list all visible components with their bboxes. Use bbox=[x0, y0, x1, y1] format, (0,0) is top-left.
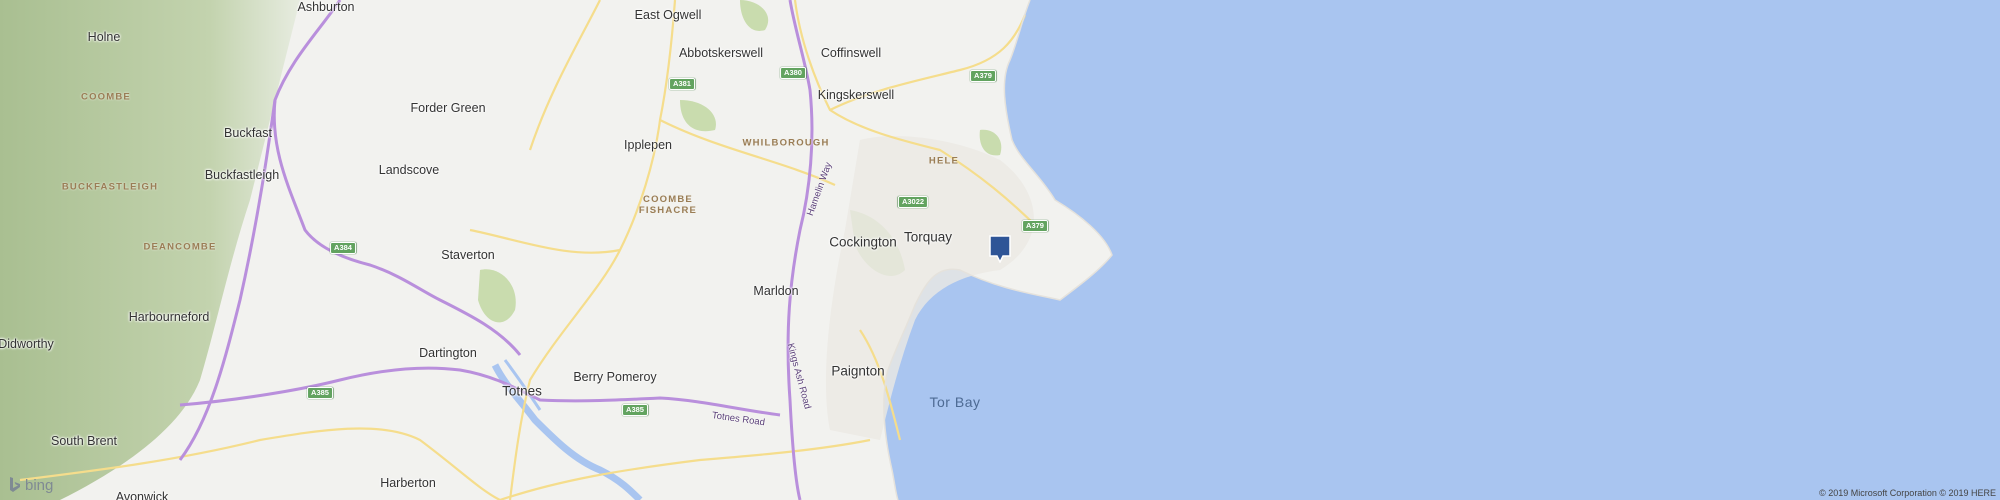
place-label-totnes: Totnes bbox=[502, 383, 542, 399]
place-label-kingskerswell: Kingskerswell bbox=[817, 88, 895, 102]
bing-b-icon bbox=[10, 477, 20, 492]
area-label-buckfastleigh: BUCKFASTLEIGH bbox=[61, 181, 159, 193]
place-label-didworthy: Didworthy bbox=[0, 337, 54, 351]
place-label-south-brent: South Brent bbox=[50, 434, 118, 448]
water-label-tor-bay: Tor Bay bbox=[929, 394, 981, 410]
road-shield-a379: A379 bbox=[1022, 220, 1048, 232]
location-pin-icon[interactable] bbox=[989, 235, 1011, 263]
place-label-staverton: Staverton bbox=[441, 248, 495, 262]
road-shield-a385: A385 bbox=[622, 404, 648, 416]
place-label-forder-green: Forder Green bbox=[410, 101, 486, 115]
place-label-avonwick: Avonwick bbox=[115, 490, 169, 500]
road-shield-a384: A384 bbox=[330, 242, 356, 254]
area-label-coombe-fishacre: COOMBE FISHACRE bbox=[638, 194, 698, 216]
road-shield-a3022: A3022 bbox=[897, 196, 929, 208]
road-shield-a379: A379 bbox=[970, 70, 996, 82]
place-label-harbourneford: Harbourneford bbox=[128, 310, 210, 324]
place-label-cockington: Cockington bbox=[829, 234, 897, 250]
place-label-buckfast: Buckfast bbox=[224, 126, 272, 140]
place-label-east-ogwell: East Ogwell bbox=[634, 8, 702, 22]
place-label-abbotskerswell: Abbotskerswell bbox=[678, 46, 764, 60]
bing-logo: bing bbox=[8, 476, 53, 494]
place-label-dartington: Dartington bbox=[419, 346, 477, 360]
map-canvas[interactable]: Ashburton East Ogwell Holne Abbotskerswe… bbox=[0, 0, 2000, 500]
place-label-buckfastleigh: Buckfastleigh bbox=[204, 168, 280, 182]
road-shield-a381: A381 bbox=[669, 78, 695, 90]
place-label-marldon: Marldon bbox=[753, 284, 799, 298]
place-label-berry-pomeroy: Berry Pomeroy bbox=[573, 370, 657, 384]
area-label-deancombe: DEANCOMBE bbox=[143, 241, 217, 253]
road-shield-a385: A385 bbox=[307, 387, 333, 399]
place-label-harberton: Harberton bbox=[380, 476, 436, 490]
bing-wordmark: bing bbox=[25, 476, 54, 494]
place-label-holne: Holne bbox=[87, 30, 121, 44]
area-label-whilborough: WHILBOROUGH bbox=[742, 137, 830, 149]
area-label-hele: HELE bbox=[928, 155, 960, 167]
place-label-ipplepen: Ipplepen bbox=[624, 138, 672, 152]
area-label-coombe: COOMBE bbox=[81, 91, 131, 103]
place-label-coffinswell: Coffinswell bbox=[820, 46, 882, 60]
place-label-landscove: Landscove bbox=[378, 163, 440, 177]
place-label-ashburton: Ashburton bbox=[297, 0, 355, 14]
place-label-torquay: Torquay bbox=[903, 229, 953, 245]
copyright-notice: © 2019 Microsoft Corporation © 2019 HERE bbox=[1819, 488, 1996, 498]
road-shield-a380: A380 bbox=[780, 67, 806, 79]
place-label-paignton: Paignton bbox=[831, 363, 885, 379]
